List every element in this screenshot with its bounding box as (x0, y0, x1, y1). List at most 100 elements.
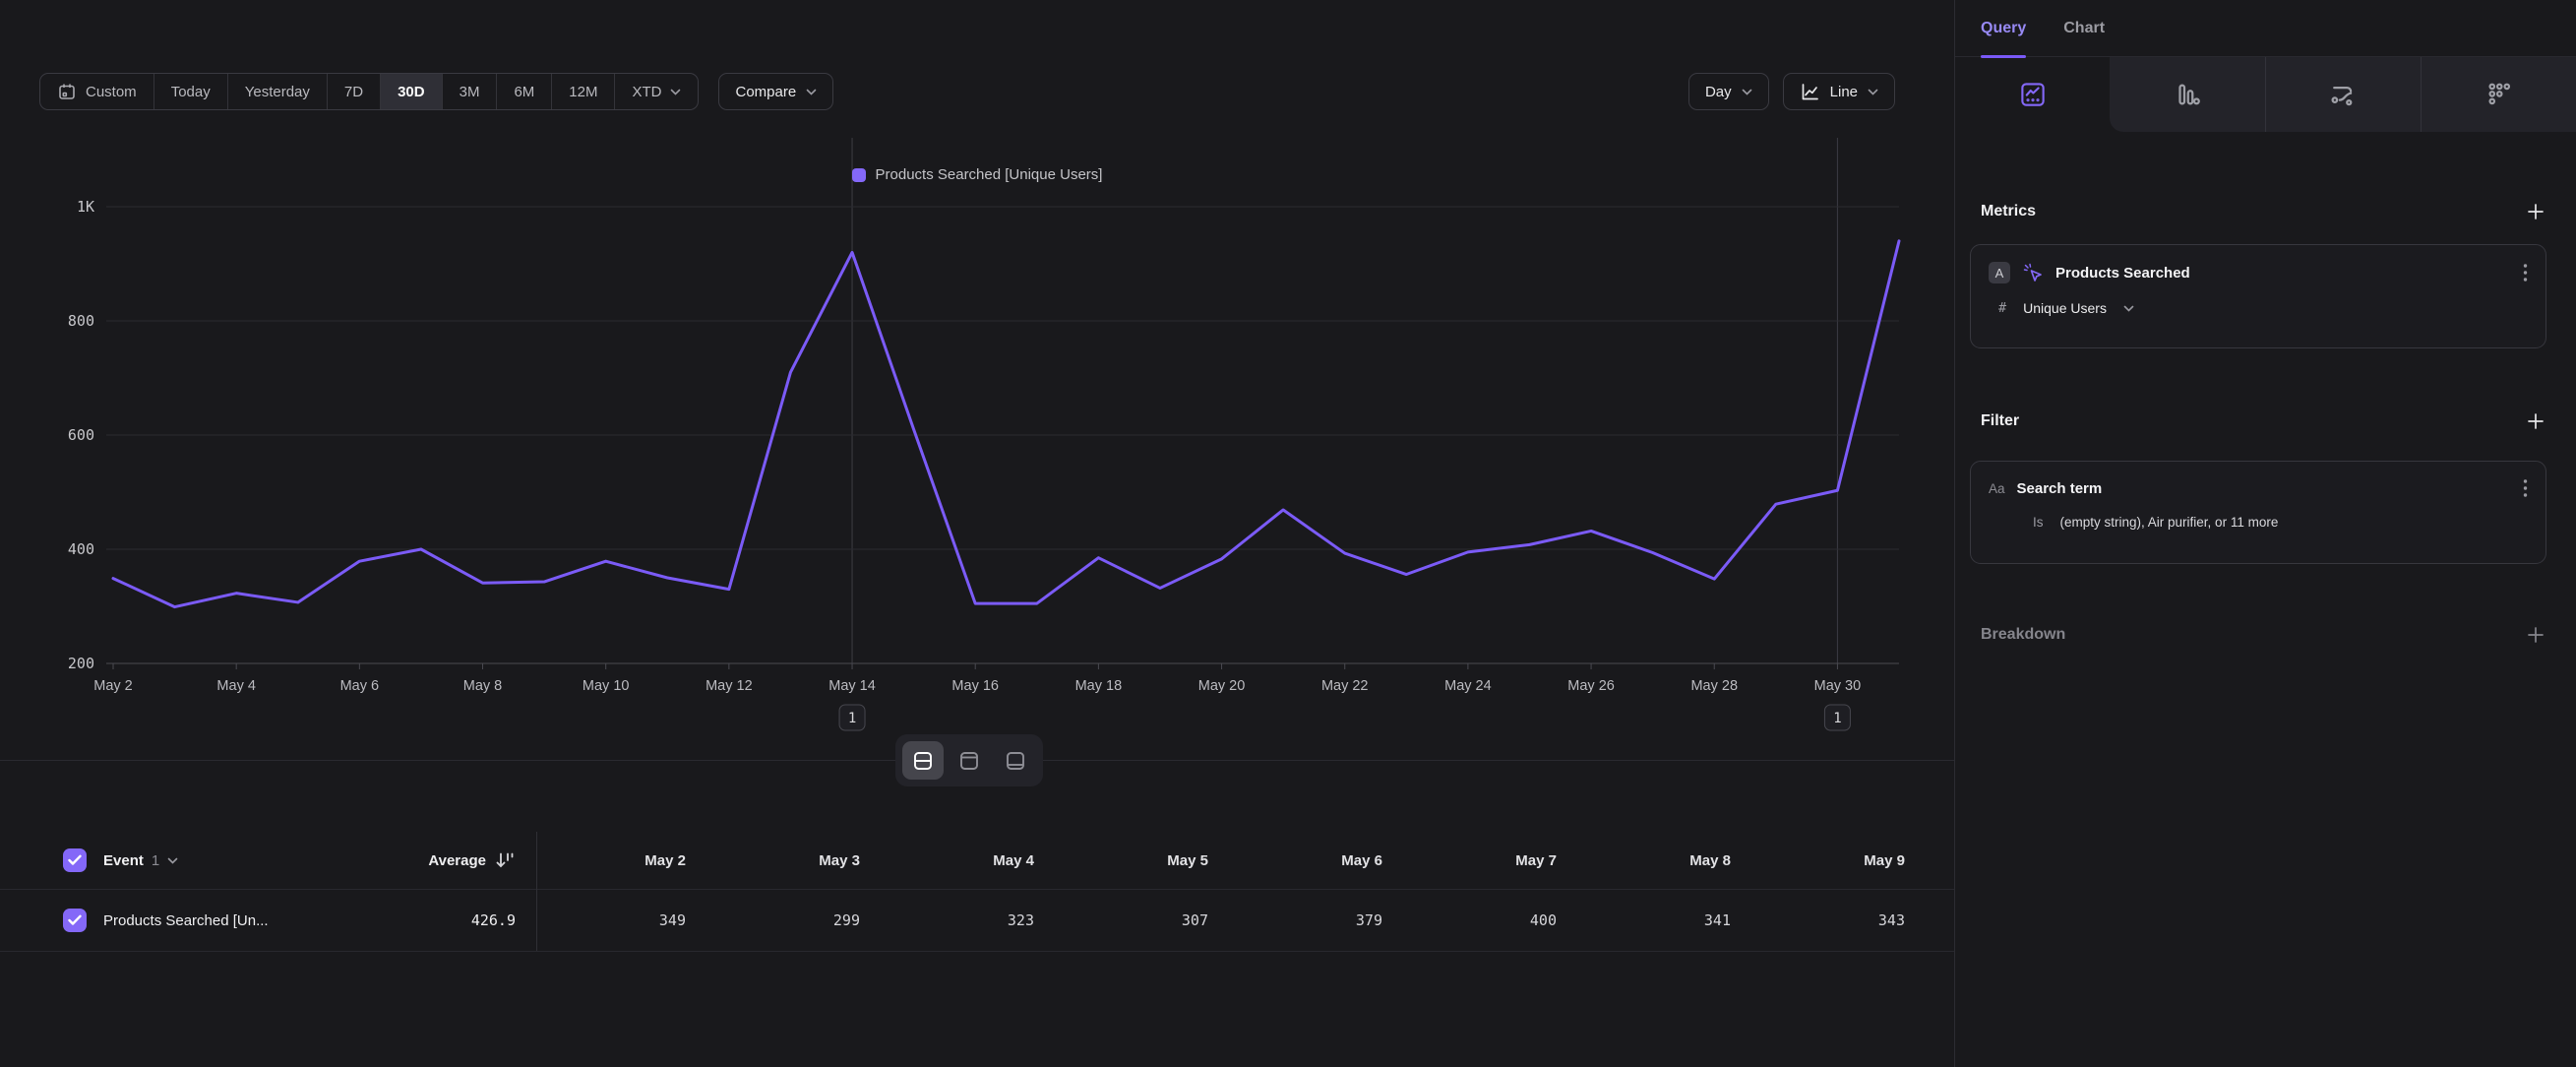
query-panel: Query Chart (1954, 0, 2576, 1067)
range-12m-button[interactable]: 12M (552, 74, 615, 109)
add-filter-button[interactable] (2526, 411, 2545, 431)
chevron-down-icon (2123, 305, 2134, 312)
chart-legend: Products Searched [Unique Users] (0, 166, 1954, 183)
range-3m-button[interactable]: 3M (443, 74, 498, 109)
range-7d-button[interactable]: 7D (328, 74, 381, 109)
range-custom-button[interactable]: Custom (40, 74, 154, 109)
layout-table-only-button[interactable] (995, 741, 1036, 780)
filter-card[interactable]: Aa Search term Is (empty string), Air pu… (1970, 461, 2546, 564)
x-axis-label: May 14 (828, 678, 876, 694)
column-header[interactable]: May 4 (860, 852, 1034, 869)
tab-insights[interactable] (1955, 57, 2110, 132)
row-values: 349299323307379400341343 (536, 911, 1905, 929)
series-badge: A (1989, 262, 2010, 283)
x-axis-label: May 18 (1075, 678, 1123, 694)
check-icon (68, 914, 82, 926)
x-axis-label: May 30 (1814, 678, 1862, 694)
y-axis-label: 600 (68, 426, 94, 444)
breakdown-section-header: Breakdown (1955, 617, 2576, 653)
column-header[interactable]: May 9 (1731, 852, 1905, 869)
annotation-badge[interactable] (839, 705, 865, 730)
metric-card-row: A Products Searched (1989, 262, 2528, 283)
layout-split-button[interactable] (902, 741, 944, 780)
tab-flows[interactable] (2265, 57, 2421, 132)
x-axis-label: May 12 (705, 678, 753, 694)
text-property-icon: Aa (1989, 481, 2005, 496)
kebab-menu-icon[interactable] (2523, 263, 2528, 282)
column-header[interactable]: May 2 (536, 852, 686, 869)
range-30d-button[interactable]: 30D (381, 74, 443, 109)
table-column-divider (536, 832, 537, 951)
x-axis-label: May 22 (1321, 678, 1369, 694)
table-cell: 323 (860, 911, 1034, 929)
average-header-label: Average (428, 852, 486, 869)
add-breakdown-button[interactable] (2526, 625, 2545, 645)
x-axis-label: May 26 (1567, 678, 1615, 694)
column-header[interactable]: May 8 (1557, 852, 1731, 869)
report-type-tabs (1955, 57, 2576, 132)
range-today-button[interactable]: Today (154, 74, 228, 109)
table-header-row: Event 1 Average May 2May 3May 4May 5May … (0, 832, 1954, 890)
metrics-heading: Metrics (1981, 203, 2036, 220)
bottom-bar-view-icon (1004, 749, 1027, 773)
granularity-button[interactable]: Day (1688, 73, 1769, 110)
top-bar-view-icon (957, 749, 981, 773)
date-column-headers: May 2May 3May 4May 5May 6May 7May 8May 9 (536, 852, 1905, 869)
metric-card[interactable]: A Products Searched # Unique Users (1970, 244, 2546, 348)
column-header[interactable]: May 6 (1208, 852, 1382, 869)
column-header[interactable]: May 5 (1034, 852, 1208, 869)
kebab-menu-icon[interactable] (2523, 478, 2528, 498)
filter-value: (empty string), Air purifier, or 11 more (2060, 515, 2279, 530)
average-header[interactable]: Average (351, 850, 516, 870)
retention-dots-icon (2484, 80, 2513, 109)
toolbar-spacer (833, 73, 1688, 110)
annotation-badge-label: 1 (848, 711, 856, 726)
event-header[interactable]: Event 1 (103, 852, 351, 869)
aggregation-selector[interactable]: # Unique Users (1989, 300, 2528, 316)
event-count: 1 (152, 852, 159, 869)
flows-icon (2328, 80, 2358, 109)
row-checkbox[interactable] (63, 909, 87, 932)
filter-property-name: Search term (2017, 480, 2103, 497)
toolbar-right: Day Line (1688, 73, 1895, 110)
filter-section-header: Filter (1955, 404, 2576, 439)
range-6m-button[interactable]: 6M (497, 74, 552, 109)
range-xtd-button[interactable]: XTD (615, 74, 698, 109)
add-metric-button[interactable] (2526, 202, 2545, 221)
column-header[interactable]: May 7 (1382, 852, 1557, 869)
compare-button[interactable]: Compare (718, 73, 833, 110)
tab-funnels[interactable] (2110, 57, 2264, 132)
column-header[interactable]: May 3 (686, 852, 860, 869)
plus-icon (2526, 625, 2545, 645)
filter-card-row: Aa Search term (1989, 478, 2528, 498)
layout-toggle (895, 734, 1043, 786)
x-axis-label: May 6 (340, 678, 380, 694)
select-all-checkbox[interactable] (63, 848, 87, 872)
range-label: Custom (86, 84, 137, 100)
chevron-down-icon (806, 89, 817, 95)
annotation-badge[interactable] (1824, 705, 1850, 730)
filter-operator: Is (2033, 515, 2044, 530)
y-axis-label: 800 (68, 312, 94, 330)
chevron-down-icon (167, 857, 178, 864)
tab-chart[interactable]: Chart (2063, 0, 2105, 56)
layout-chart-only-button[interactable] (949, 741, 990, 780)
range-yesterday-button[interactable]: Yesterday (228, 74, 328, 109)
split-view-icon (911, 749, 935, 773)
tab-query[interactable]: Query (1981, 0, 2026, 56)
tab-retention[interactable] (2421, 57, 2576, 132)
event-header-label: Event (103, 852, 144, 869)
y-axis-label: 400 (68, 540, 94, 558)
table-cell: 400 (1382, 911, 1557, 929)
filter-condition[interactable]: Is (empty string), Air purifier, or 11 m… (1989, 515, 2528, 530)
y-axis-label: 1K (77, 198, 94, 216)
table-cell: 299 (686, 911, 860, 929)
date-range-selector: Custom Today Yesterday 7D 30D 3M 6M 12M … (39, 73, 699, 110)
x-axis-label: May 24 (1444, 678, 1492, 694)
row-average-value: 426.9 (351, 911, 516, 929)
x-axis-label: May 2 (93, 678, 133, 694)
x-axis-label: May 10 (583, 678, 630, 694)
chevron-down-icon (670, 89, 681, 95)
chart-type-button[interactable]: Line (1783, 73, 1895, 110)
app-root: 1K800600400200May 2May 4May 6May 8May 10… (0, 0, 2576, 1067)
